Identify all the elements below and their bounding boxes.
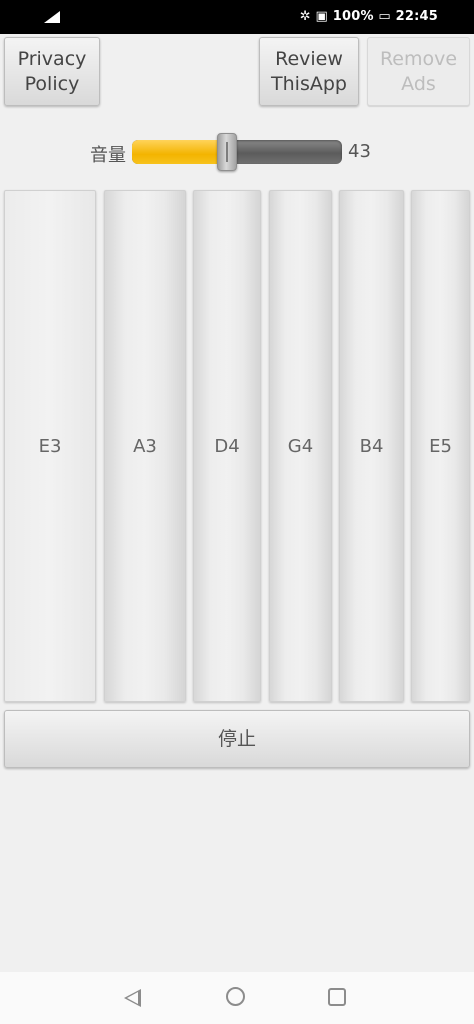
volume-slider-fill — [132, 140, 222, 164]
string-button-d4[interactable]: D4 — [193, 190, 261, 702]
signal-icon — [44, 11, 60, 23]
home-circle-icon[interactable] — [226, 987, 245, 1006]
volume-value: 43 — [348, 141, 371, 162]
string-button-b4[interactable]: B4 — [339, 190, 404, 702]
volume-slider-thumb[interactable] — [217, 133, 237, 171]
string-button-e3[interactable]: E3 — [4, 190, 96, 702]
string-button-e5[interactable]: E5 — [411, 190, 470, 702]
string-button-a3[interactable]: A3 — [104, 190, 186, 702]
string-button-g4[interactable]: G4 — [269, 190, 332, 702]
privacy-policy-button[interactable]: Privacy Policy — [4, 37, 100, 106]
volume-label: 音量 — [90, 145, 126, 166]
volume-slider-track[interactable] — [132, 140, 342, 164]
navigation-bar — [0, 972, 474, 1024]
status-bar: ✲ ▣ 100% ▭ 22:45 — [0, 0, 474, 34]
review-app-button[interactable]: Review ThisApp — [259, 37, 359, 106]
recent-square-icon[interactable] — [328, 988, 346, 1006]
back-triangle-icon[interactable] — [124, 989, 141, 1007]
remove-ads-button[interactable]: Remove Ads — [367, 37, 470, 106]
stop-button[interactable]: 停止 — [4, 710, 470, 768]
status-indicators: ✲ ▣ 100% ▭ 22:45 — [299, 9, 438, 24]
